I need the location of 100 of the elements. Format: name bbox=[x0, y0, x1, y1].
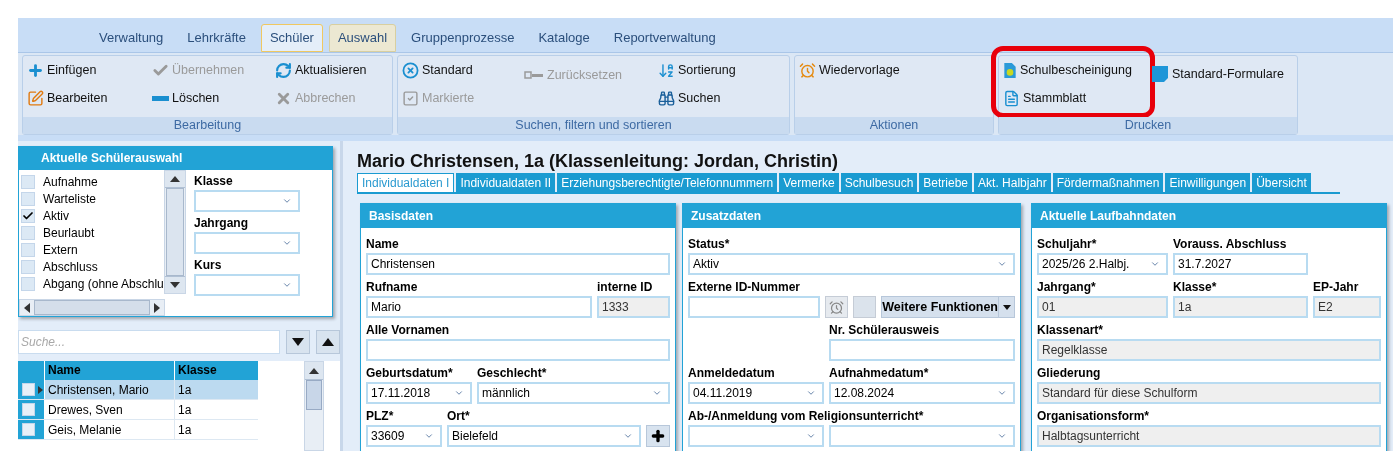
ribbon-button[interactable]: Standard bbox=[402, 60, 473, 80]
dropdown-value: 17.11.2018 bbox=[371, 385, 431, 402]
field-label: Aufnahmedatum* bbox=[829, 365, 929, 382]
sort-down-button[interactable] bbox=[286, 330, 311, 354]
horizontal-scrollbar[interactable] bbox=[19, 299, 165, 316]
field-label: Klasse* bbox=[1173, 279, 1217, 296]
dropdown-field[interactable]: Bielefeld bbox=[447, 425, 641, 447]
table-cell-text: 1a bbox=[177, 382, 193, 399]
status-label: Warteliste bbox=[43, 190, 96, 208]
filter-label: Kurs bbox=[194, 257, 223, 274]
vertical-scrollbar[interactable] bbox=[304, 361, 324, 451]
ribbon-tab[interactable]: Auswahl bbox=[328, 24, 397, 52]
status-checkbox[interactable] bbox=[21, 259, 35, 274]
form-icon bbox=[1151, 65, 1169, 83]
row-pointer-icon bbox=[38, 385, 43, 394]
binoculars-icon bbox=[658, 89, 675, 107]
dropdown-icon bbox=[623, 431, 633, 441]
status-checkbox[interactable] bbox=[21, 208, 35, 223]
dropdown-value: 33609 bbox=[371, 428, 405, 445]
text-field[interactable] bbox=[688, 296, 820, 318]
ribbon-button[interactable]: Sortierung bbox=[658, 60, 736, 80]
row-checkbox[interactable] bbox=[22, 423, 35, 436]
group-label: Suchen, filtern und sortieren bbox=[398, 117, 789, 134]
field-label: PLZ* bbox=[366, 408, 394, 425]
ribbon-tab[interactable]: Reportverwaltung bbox=[604, 24, 725, 52]
dropdown-value: männlich bbox=[482, 385, 531, 402]
split-button[interactable]: Weitere Funktionen bbox=[881, 296, 1015, 318]
field-label: Anmeldedatum bbox=[688, 365, 775, 382]
row-checkbox[interactable] bbox=[22, 403, 35, 416]
status-label: Extern bbox=[43, 241, 78, 259]
ribbon-button[interactable]: Standard-Formulare bbox=[1151, 64, 1284, 84]
ribbon-button[interactable]: Wiedervorlage bbox=[799, 60, 900, 80]
dropdown-value: Aktiv bbox=[693, 256, 719, 273]
ribbon-button[interactable]: Schulbescheinigung bbox=[1003, 60, 1132, 80]
status-checkbox[interactable] bbox=[21, 225, 35, 240]
dropdown-field[interactable]: Aktiv bbox=[688, 253, 1015, 275]
dropdown-field[interactable]: 2025/26 2.Halbj. bbox=[1037, 253, 1168, 275]
group-label: Bearbeitung bbox=[23, 117, 392, 134]
status-checkbox[interactable] bbox=[21, 174, 35, 189]
refresh-icon bbox=[275, 61, 292, 79]
dropdown-field[interactable]: männlich bbox=[477, 382, 670, 404]
dropdown-field[interactable]: 33609 bbox=[366, 425, 442, 447]
text-field[interactable]: Mario bbox=[366, 296, 592, 318]
scroll-up-button[interactable] bbox=[305, 362, 323, 380]
ribbon-button[interactable]: Einfügen bbox=[27, 60, 97, 80]
dropdown-value: Bielefeld bbox=[452, 428, 499, 445]
student-title: Mario Christensen, 1a (Klassenleitung: Jordan, Christin) bbox=[357, 150, 840, 172]
panel-title: Aktuelle Laufbahndaten bbox=[1032, 204, 1386, 228]
vertical-scrollbar[interactable] bbox=[164, 170, 186, 294]
filter-dropdown[interactable] bbox=[194, 232, 300, 254]
alarm-button[interactable] bbox=[824, 296, 848, 318]
text-field[interactable] bbox=[366, 339, 670, 361]
field-label: Status* bbox=[688, 236, 730, 253]
dropdown-icon bbox=[282, 196, 292, 206]
field-label: Ort* bbox=[447, 408, 470, 425]
search-field[interactable]: Suche... bbox=[18, 330, 281, 354]
dropdown-value: 12.08.2024 bbox=[834, 385, 895, 402]
group-label: Drucken bbox=[999, 117, 1297, 134]
alarm-clock-icon bbox=[828, 299, 844, 315]
ribbon-tab[interactable]: Lehrkräfte bbox=[178, 24, 255, 52]
dropdown-field[interactable] bbox=[829, 425, 1015, 447]
empty-button[interactable] bbox=[853, 296, 877, 318]
ribbon-tab[interactable]: Verwaltung bbox=[90, 24, 173, 52]
ribbon-button[interactable]: Löschen bbox=[152, 88, 220, 108]
dropdown-value: 2025/26 2.Halbj. bbox=[1042, 256, 1130, 273]
scroll-thumb[interactable] bbox=[166, 188, 184, 276]
dropdown-icon bbox=[282, 280, 292, 290]
text-field[interactable]: Christensen bbox=[366, 253, 670, 275]
dropdown-field[interactable]: 12.08.2024 bbox=[829, 382, 1015, 404]
field-label: Organisationsform* bbox=[1037, 408, 1150, 425]
ribbon-button[interactable]: Suchen bbox=[658, 88, 721, 108]
scroll-thumb[interactable] bbox=[306, 380, 322, 410]
readonly-field: 1333 bbox=[597, 296, 670, 318]
scroll-up-button[interactable] bbox=[165, 171, 185, 188]
status-checkbox[interactable] bbox=[21, 242, 35, 257]
text-field[interactable]: 31.7.2027 bbox=[1173, 253, 1308, 275]
dropdown-field[interactable]: 17.11.2018 bbox=[366, 382, 472, 404]
row-checkbox[interactable] bbox=[22, 383, 35, 396]
status-checkbox[interactable] bbox=[21, 191, 35, 206]
filter-dropdown[interactable] bbox=[194, 190, 300, 212]
column-header[interactable]: Klasse bbox=[175, 361, 258, 380]
ribbon-tab[interactable]: Kataloge bbox=[529, 24, 599, 52]
filter-dropdown[interactable] bbox=[194, 274, 300, 296]
dropdown-field[interactable] bbox=[688, 425, 824, 447]
table-cell: Geis, Melanie bbox=[45, 420, 175, 439]
text-field[interactable] bbox=[829, 339, 1015, 361]
add-button[interactable] bbox=[646, 425, 670, 447]
student-row[interactable]: Drewes, Sven 1a bbox=[18, 400, 258, 420]
status-label: Aktiv bbox=[43, 207, 69, 225]
dropdown-field[interactable]: 04.11.2019 bbox=[688, 382, 824, 404]
ribbon-button[interactable]: Bearbeiten bbox=[27, 88, 108, 108]
ribbon-button[interactable]: Aktualisieren bbox=[275, 60, 367, 80]
sort-up-button[interactable] bbox=[316, 330, 340, 354]
student-row[interactable]: Geis, Melanie 1a bbox=[18, 420, 258, 440]
student-row[interactable]: Christensen, Mario 1a bbox=[18, 380, 258, 400]
status-checkbox[interactable] bbox=[21, 276, 35, 291]
ribbon-tab[interactable]: Schüler bbox=[260, 24, 323, 52]
ribbon-tab[interactable]: Gruppenprozesse bbox=[402, 24, 524, 52]
scroll-down-button[interactable] bbox=[165, 276, 185, 293]
ribbon-button[interactable]: Stammblatt bbox=[1003, 88, 1087, 108]
